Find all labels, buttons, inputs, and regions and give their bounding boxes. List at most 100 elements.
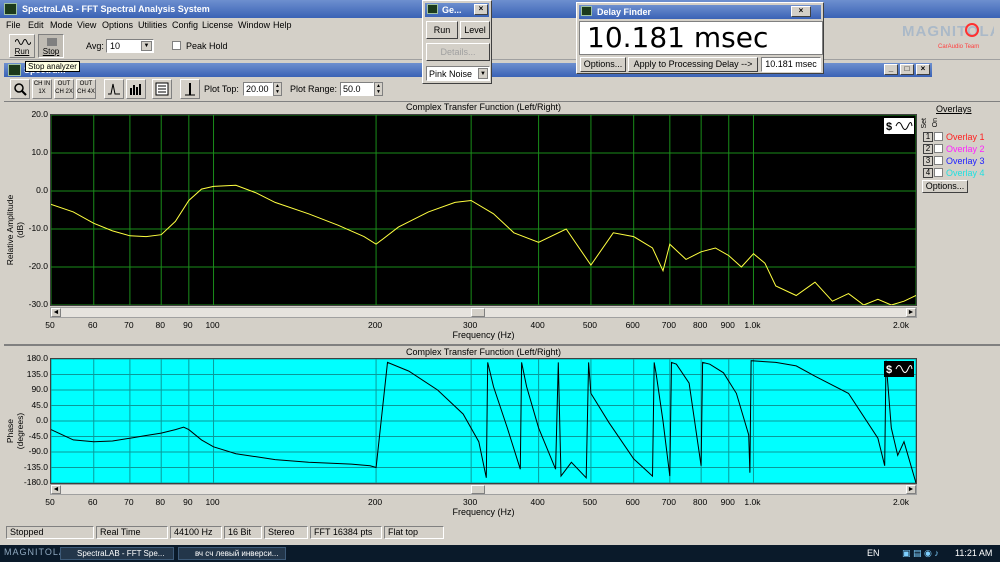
apply-delay-button[interactable]: Apply to Processing Delay -->	[628, 57, 758, 72]
y-tick-label: 0.0	[36, 185, 48, 195]
menu-view[interactable]: View	[77, 20, 96, 30]
menu-edit[interactable]: Edit	[28, 20, 44, 30]
close-icon[interactable]: ×	[916, 64, 930, 75]
taskbar: MAGNITOLA.ORG GARAGE.NET SpectraLAB - FF…	[0, 545, 1000, 562]
overlay-4-checkbox[interactable]	[934, 168, 943, 177]
x-tick-label: 600	[625, 320, 640, 330]
chevron-down-icon[interactable]: ▼	[141, 41, 152, 51]
marker-icon[interactable]	[180, 79, 200, 99]
tray-icons[interactable]: ▣ ▤ ◉ ♪	[902, 548, 939, 559]
tooltip: Stop analyzer	[25, 61, 80, 72]
amplitude-plot[interactable]	[50, 114, 917, 306]
scroll-right-icon[interactable]: ►	[906, 485, 916, 494]
scroll-left-icon[interactable]: ◄	[51, 485, 61, 494]
x-tick-label: 1.0k	[744, 497, 761, 507]
svg-text:MAGNITOLA: MAGNITOLA	[902, 23, 994, 40]
menu-help[interactable]: Help	[273, 20, 292, 30]
delay-value: 10.181 msec	[587, 21, 769, 54]
overlay-3-checkbox[interactable]	[934, 156, 943, 165]
overlay-2-label: Overlay 2	[946, 144, 985, 154]
x-tick-label: 50	[45, 497, 55, 507]
phase-chart	[50, 358, 917, 484]
scroll-thumb[interactable]	[471, 308, 485, 317]
magnitola-logo: MAGNITOLA CarAudio Team	[898, 16, 1000, 52]
overlays-title: Overlays	[936, 104, 972, 114]
generator-icon	[427, 4, 438, 14]
overlay-2-set-button[interactable]: 2	[923, 144, 933, 154]
menu-window[interactable]: Window	[238, 20, 270, 30]
channel-out-4x-icon[interactable]: OUT CH 4X	[76, 79, 96, 99]
generator-run-button[interactable]: Run	[426, 21, 458, 39]
status-channels: Stereo	[264, 526, 308, 539]
plot-top-spinner[interactable]: ▲ ▼	[273, 82, 282, 96]
x-tick-label: 60	[88, 497, 98, 507]
bottom-y-ticks: 180.0 135.0 90.0 45.0 0.0 -45.0 -90.0 -135.0 -18…	[14, 353, 50, 487]
generator-details-button[interactable]: Details...	[426, 43, 490, 61]
menu-file[interactable]: File	[6, 20, 21, 30]
channel-in-icon[interactable]: CH IN 1X	[32, 79, 52, 99]
chevron-down-icon[interactable]: ▼	[478, 68, 488, 79]
language-indicator[interactable]: EN	[867, 548, 880, 558]
x-tick-label: 500	[582, 497, 598, 507]
peak-hold-checkbox[interactable]	[172, 41, 181, 50]
overlay-1-set-button[interactable]: 1	[923, 132, 933, 142]
plot-range-spinner[interactable]: ▲ ▼	[374, 82, 383, 96]
overlay-2-checkbox[interactable]	[934, 144, 943, 153]
task-spectralab[interactable]: SpectraLAB - FFT Spe...	[60, 547, 174, 560]
delay-finder-window: Delay Finder × 10.181 msec Options... Ap…	[576, 2, 824, 74]
overlay-4-label: Overlay 4	[946, 168, 985, 178]
menu-utilities[interactable]: Utilities	[138, 20, 167, 30]
plot-top-value: 20.00	[246, 84, 269, 94]
x-tick-label: 300	[463, 497, 478, 507]
stop-button[interactable]: Stop	[38, 34, 64, 58]
delay-options-button[interactable]: Options...	[580, 57, 626, 72]
overlay-1-label: Overlay 1	[946, 132, 985, 142]
app-title: SpectraLAB - FFT Spectral Analysis Syste…	[22, 4, 210, 14]
table-view-icon[interactable]	[152, 79, 172, 99]
stop-icon	[47, 38, 57, 46]
menu-config[interactable]: Config	[172, 20, 198, 30]
line-plot-icon[interactable]	[104, 79, 124, 99]
svg-text:CarAudio Team: CarAudio Team	[938, 44, 979, 50]
x-tick-label: 300	[463, 320, 478, 330]
x-tick-label: 400	[530, 320, 545, 330]
zoom-icon[interactable]	[10, 79, 30, 99]
signal-select[interactable]: Pink Noise ▼	[426, 66, 490, 81]
plot-range-value: 50.0	[343, 84, 361, 94]
plot-range-input[interactable]: 50.0	[340, 82, 374, 96]
channel-out-2x-icon[interactable]: OUT CH 2X	[54, 79, 74, 99]
bar-plot-icon[interactable]	[126, 79, 146, 99]
x-tick-label: 400	[530, 497, 545, 507]
top-chart-title: Complex Transfer Function (Left/Right)	[405, 102, 562, 112]
minimize-icon[interactable]: _	[884, 64, 898, 75]
task-explorer[interactable]: вч сч левый инверси...	[178, 547, 286, 560]
top-hscrollbar[interactable]: ◄ ►	[50, 307, 917, 318]
waveform-icon	[15, 39, 31, 45]
bottom-hscrollbar[interactable]: ◄ ►	[50, 484, 917, 495]
plot-top-input[interactable]: 20.00	[243, 82, 273, 96]
bottom-xlabel: Frequency (Hz)	[452, 507, 515, 517]
close-icon[interactable]: ×	[791, 6, 811, 17]
scroll-thumb[interactable]	[471, 485, 485, 494]
avg-label: Avg:	[86, 41, 104, 51]
phase-plot[interactable]	[50, 358, 917, 484]
menu-mode[interactable]: Mode	[50, 20, 73, 30]
overlay-4-set-button[interactable]: 4	[923, 168, 933, 178]
overlay-1-checkbox[interactable]	[934, 132, 943, 141]
scroll-left-icon[interactable]: ◄	[51, 308, 61, 317]
delay-title: Delay Finder	[597, 7, 652, 17]
maximize-icon[interactable]: □	[900, 64, 914, 75]
run-button[interactable]: Run	[9, 34, 35, 58]
overlay-3-set-button[interactable]: 3	[923, 156, 933, 166]
generator-level-button[interactable]: Level	[460, 21, 490, 39]
close-icon[interactable]: ×	[474, 4, 488, 15]
avg-select[interactable]: 10 ▼	[106, 39, 154, 53]
overlay-options-button[interactable]: Options...	[922, 180, 968, 193]
generator-window: Ge... × Run Level Details... Pink Noise …	[422, 0, 492, 84]
menu-options[interactable]: Options	[102, 20, 133, 30]
scroll-right-icon[interactable]: ►	[906, 308, 916, 317]
menu-license[interactable]: License	[202, 20, 233, 30]
x-tick-label: 200	[367, 497, 383, 507]
x-tick-label: 100	[205, 497, 220, 507]
sine-wave-icon: $	[884, 361, 914, 377]
